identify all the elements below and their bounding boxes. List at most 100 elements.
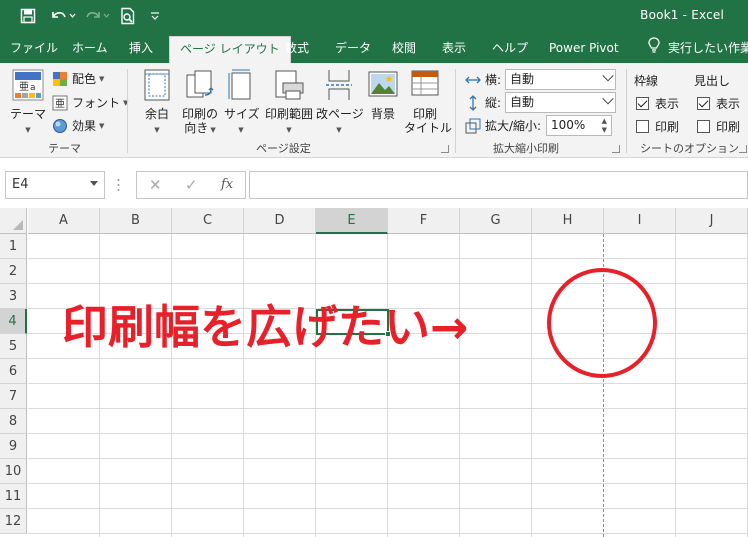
insert-function-icon[interactable]: fx bbox=[221, 177, 233, 192]
effects-button[interactable]: 効果 ▼ bbox=[52, 117, 104, 134]
row-header-9[interactable]: 9 bbox=[0, 434, 27, 459]
chevron-down-icon: ▼ bbox=[210, 126, 216, 134]
fonts-button[interactable]: 亜 フォント ▼ bbox=[52, 94, 128, 111]
cancel-icon[interactable]: ✕ bbox=[149, 176, 162, 194]
annotation-text: 印刷幅を広げたい→ bbox=[62, 300, 469, 354]
enter-icon[interactable]: ✓ bbox=[185, 176, 198, 194]
tab-formulas[interactable]: 数式 bbox=[285, 33, 309, 63]
print-titles-button[interactable]: 印刷 タイトル bbox=[404, 69, 452, 135]
spin-up-icon[interactable]: ▲ bbox=[602, 117, 607, 125]
tab-data[interactable]: データ bbox=[335, 33, 371, 63]
tab-home[interactable]: ホーム bbox=[72, 33, 108, 63]
grid-line bbox=[171, 234, 172, 537]
formula-buttons: ✕ ✓ fx bbox=[136, 171, 246, 199]
lightbulb-icon bbox=[648, 34, 660, 64]
chevron-down-icon[interactable] bbox=[90, 181, 98, 186]
column-header-b[interactable]: B bbox=[100, 208, 172, 234]
height-label-row: 縦: bbox=[465, 94, 501, 111]
row-header-6[interactable]: 6 bbox=[0, 359, 27, 384]
margins-icon bbox=[138, 69, 176, 104]
grid-line bbox=[243, 234, 244, 537]
width-label: 横: bbox=[485, 73, 502, 87]
column-header-f[interactable]: F bbox=[388, 208, 460, 234]
row-header-11[interactable]: 11 bbox=[0, 484, 27, 509]
scale-input[interactable]: 100% ▲ ▼ bbox=[546, 115, 612, 136]
tab-insert[interactable]: 挿入 bbox=[129, 33, 153, 63]
scale-launcher-icon[interactable] bbox=[612, 145, 620, 153]
column-header-g[interactable]: G bbox=[460, 208, 532, 234]
column-header-a[interactable]: A bbox=[28, 208, 100, 234]
undo-icon[interactable] bbox=[48, 5, 78, 27]
width-label-row: 横: bbox=[465, 71, 501, 88]
background-button[interactable]: 背景 bbox=[364, 69, 402, 121]
formula-input[interactable] bbox=[249, 171, 748, 199]
print-titles-label-2: タイトル bbox=[404, 121, 453, 135]
tab-review[interactable]: 校閲 bbox=[392, 33, 416, 63]
print-area-button[interactable]: 印刷範囲 ▼ bbox=[262, 69, 316, 137]
row-header-1[interactable]: 1 bbox=[0, 234, 27, 259]
tab-file[interactable]: ファイル bbox=[10, 33, 58, 63]
row-header-10[interactable]: 10 bbox=[0, 459, 27, 484]
orientation-button[interactable]: 印刷の 向き ▼ bbox=[178, 69, 222, 137]
gridlines-heading: 枠線 bbox=[634, 72, 658, 89]
column-header-c[interactable]: C bbox=[172, 208, 244, 234]
grid-line bbox=[315, 234, 316, 537]
size-button[interactable]: サイズ ▼ bbox=[224, 69, 260, 137]
gridlines-print-checkbox[interactable]: 印刷 bbox=[636, 118, 679, 135]
colors-button[interactable]: 配色 ▼ bbox=[52, 70, 104, 87]
breaks-button[interactable]: 改ページ ▼ bbox=[316, 69, 364, 137]
row-header-12[interactable]: 12 bbox=[0, 509, 27, 534]
scale-icon bbox=[465, 118, 481, 134]
grid-line bbox=[675, 234, 676, 537]
chevron-down-icon: ▼ bbox=[286, 126, 292, 134]
gridlines-label: 枠線 bbox=[634, 74, 659, 88]
tab-help[interactable]: ヘルプ bbox=[492, 33, 528, 63]
name-box-value: E4 bbox=[12, 177, 29, 192]
gridlines-view-checkbox[interactable]: 表示 bbox=[636, 95, 679, 112]
chevron-down-icon bbox=[602, 70, 614, 82]
sheet-options-launcher-icon[interactable] bbox=[739, 145, 747, 153]
column-header-d[interactable]: D bbox=[244, 208, 316, 234]
row-header-4[interactable]: 4 bbox=[0, 309, 27, 334]
gridlines-print-label: 印刷 bbox=[655, 120, 680, 134]
tab-view[interactable]: 表示 bbox=[442, 33, 466, 63]
row-header-7[interactable]: 7 bbox=[0, 384, 27, 409]
column-header-i[interactable]: I bbox=[604, 208, 676, 234]
sheet-options-group-label: シートのオプション bbox=[640, 142, 739, 155]
resize-handle-icon[interactable] bbox=[117, 178, 120, 192]
column-header-h[interactable]: H bbox=[532, 208, 604, 234]
width-select[interactable]: 自動 bbox=[505, 69, 616, 90]
spin-down-icon[interactable]: ▼ bbox=[602, 126, 607, 134]
save-icon[interactable] bbox=[18, 5, 38, 27]
headings-label: 見出し bbox=[694, 74, 731, 88]
grid-line bbox=[28, 483, 748, 484]
customize-icon[interactable] bbox=[148, 5, 162, 27]
name-box[interactable]: E4 bbox=[5, 171, 105, 199]
column-header-j[interactable]: J bbox=[676, 208, 748, 234]
row-header-2[interactable]: 2 bbox=[0, 259, 27, 284]
effects-label: 効果 bbox=[72, 119, 97, 133]
page-setup-launcher-icon[interactable] bbox=[441, 145, 449, 153]
height-select[interactable]: 自動 bbox=[505, 92, 616, 113]
svg-text:亜: 亜 bbox=[55, 99, 65, 110]
redo-icon[interactable] bbox=[84, 5, 112, 27]
tell-me-box[interactable]: 実行したい作業 bbox=[648, 33, 748, 63]
print-preview-icon[interactable] bbox=[118, 5, 138, 27]
headings-heading: 見出し bbox=[694, 72, 730, 89]
size-icon bbox=[224, 69, 258, 104]
select-all-button[interactable] bbox=[0, 208, 27, 234]
row-header-5[interactable]: 5 bbox=[0, 334, 27, 359]
themes-button[interactable]: 亜a テーマ ▼ bbox=[8, 69, 48, 137]
headings-view-checkbox[interactable]: 表示 bbox=[697, 95, 740, 112]
row-header-8[interactable]: 8 bbox=[0, 409, 27, 434]
tab-page-layout[interactable]: ページ レイアウト bbox=[169, 36, 291, 63]
headings-print-checkbox[interactable]: 印刷 bbox=[697, 118, 740, 135]
grid-line bbox=[28, 258, 748, 259]
formula-bar: E4 ✕ ✓ fx bbox=[0, 158, 748, 208]
row-header-3[interactable]: 3 bbox=[0, 284, 27, 309]
tab-power-pivot[interactable]: Power Pivot bbox=[549, 33, 619, 63]
column-header-e[interactable]: E bbox=[316, 208, 388, 234]
orientation-label-1: 印刷の bbox=[181, 107, 218, 121]
margins-button[interactable]: 余白 ▼ bbox=[138, 69, 176, 137]
tell-me-label: 実行したい作業 bbox=[668, 41, 748, 55]
